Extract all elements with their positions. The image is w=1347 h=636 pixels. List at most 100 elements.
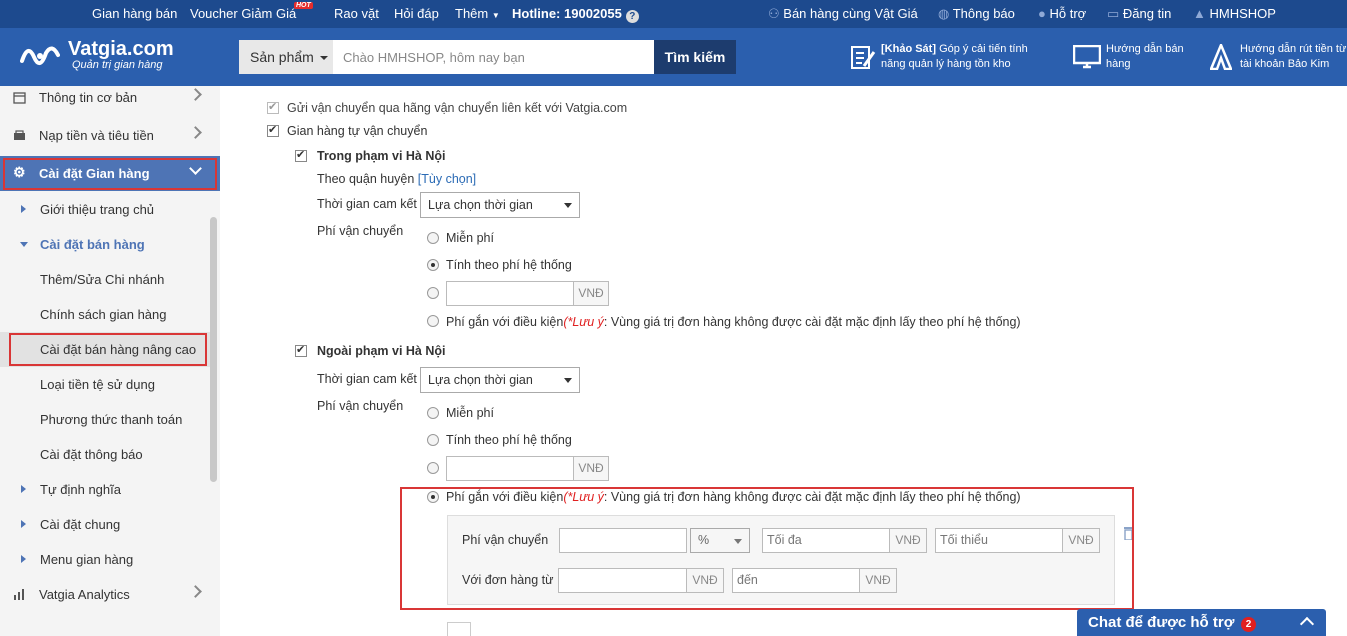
guide-withdraw-line1: Hướng dẫn rút tiền từ — [1240, 43, 1347, 55]
by-district-text: Theo quận huyện — [317, 172, 415, 186]
sidebar-sub-tu-dinh-nghia[interactable]: Tự định nghĩa — [0, 472, 210, 507]
caret-down-icon — [319, 56, 328, 60]
chevron-down-icon: ▼ — [491, 11, 500, 20]
sidebar-item-nap-tien[interactable]: Nạp tiền và tiêu tiền — [0, 118, 220, 153]
logo-name[interactable]: Vatgia.com — [68, 38, 174, 61]
nav-ho-tro-label: Hỗ trợ — [1049, 6, 1087, 21]
conditional-text: Phí gắn với điều kiện — [446, 315, 564, 329]
monitor-icon — [1073, 45, 1101, 69]
sidebar-item-label: Nạp tiền và tiêu tiền — [39, 128, 154, 143]
vatgia-logo-icon[interactable] — [20, 41, 60, 71]
optional-link[interactable]: [Tùy chọn] — [418, 172, 476, 186]
sidebar-sub-label: Tự định nghĩa — [40, 482, 121, 497]
chevron-right-icon — [189, 126, 202, 139]
guide-withdraw-line2: tài khoản Bảo Kim — [1240, 58, 1330, 70]
hotline: Hotline: 19002055? — [512, 6, 639, 23]
sidebar-sub-gioi-thieu[interactable]: Giới thiệu trang chủ — [0, 192, 210, 227]
nav-voucher[interactable]: Voucher Giảm Giá — [190, 6, 296, 21]
unit-vnd-2: VNĐ — [573, 456, 609, 481]
header: Vatgia.com Quản trị gian hàng Sản phẩm T… — [0, 28, 1347, 86]
search-input[interactable] — [333, 40, 654, 74]
label-out-hanoi: Ngoài phạm vi Hà Nội — [317, 344, 446, 358]
search-button[interactable]: Tìm kiếm — [654, 40, 736, 74]
checkbox-in-hanoi[interactable] — [295, 148, 307, 162]
hot-badge: HOT — [294, 2, 313, 9]
guide-sell-line2: hàng — [1106, 58, 1131, 70]
label-by-system: Tính theo phí hệ thống — [446, 258, 572, 272]
bar-chart-icon — [14, 589, 24, 600]
radio-free[interactable] — [427, 232, 439, 244]
chevron-right-icon — [189, 88, 202, 101]
sidebar-sub-label: Menu gian hàng — [40, 552, 134, 567]
chevron-right-icon — [189, 585, 202, 598]
sidebar-sub-label: Cài đặt chung — [40, 517, 121, 532]
label-ship-partner: Gửi vận chuyển qua hãng vận chuyển liên … — [287, 101, 628, 115]
post-icon: ▭ — [1107, 6, 1120, 21]
highlight-box-conditional — [400, 487, 1134, 610]
nav-ban-hang-cung-label: Bán hàng cùng Vật Giá — [783, 6, 918, 21]
triangle-right-icon — [21, 205, 26, 213]
nav-user-label: HMHSHOP — [1209, 6, 1276, 21]
triangle-right-icon — [21, 485, 26, 493]
nav-user[interactable]: ▲ HMHSHOP — [1193, 6, 1276, 21]
triangle-down-icon — [20, 242, 28, 247]
chat-support-button[interactable]: Chat để được hỗ trợ 2 — [1077, 609, 1326, 636]
sidebar-item-thong-tin[interactable]: Thông tin cơ bản — [0, 80, 220, 115]
highlight-box-sidebar-item — [9, 333, 207, 366]
select-commit-time-2[interactable]: Lựa chọn thời gian — [420, 367, 580, 393]
chevron-up-icon — [1299, 616, 1315, 632]
survey-tag: [Khảo Sát] — [881, 43, 936, 55]
radio-fixed-fee[interactable] — [427, 287, 439, 299]
baokim-icon — [1210, 44, 1232, 70]
unit-vnd: VNĐ — [573, 281, 609, 306]
search-category-dropdown[interactable]: Sản phẩm — [239, 40, 333, 74]
survey-link[interactable]: [Khảo Sát] Góp ý cải tiến tính năng quản… — [881, 42, 1028, 72]
checkbox-ship-partner[interactable] — [267, 100, 279, 114]
nav-dang-tin[interactable]: ▭ Đăng tin — [1107, 6, 1171, 22]
label-self-ship: Gian hàng tự vận chuyển — [287, 124, 428, 138]
checkbox-self-ship[interactable] — [267, 123, 279, 137]
survey-icon — [851, 46, 876, 69]
radio-by-system-2[interactable] — [427, 434, 439, 446]
sidebar-sub-label: Thêm/Sửa Chi nhánh — [40, 272, 165, 287]
select-commit-time[interactable]: Lựa chọn thời gian — [420, 192, 580, 218]
sidebar-sub-thong-bao[interactable]: Cài đặt thông báo — [0, 437, 210, 472]
radio-conditional[interactable] — [427, 315, 439, 327]
input-fixed-fee[interactable] — [446, 281, 574, 306]
sidebar-sub-chi-nhanh[interactable]: Thêm/Sửa Chi nhánh — [0, 262, 210, 297]
nav-them-label: Thêm — [455, 6, 489, 21]
radio-fixed-fee-2[interactable] — [427, 462, 439, 474]
hotline-number: 19002055 — [564, 6, 622, 21]
select-commit-time-value: Lựa chọn thời gian — [428, 198, 533, 212]
nav-rao-vat[interactable]: Rao vặt — [334, 6, 379, 21]
sidebar-item-label: Vatgia Analytics — [39, 587, 130, 602]
label-by-district: Theo quận huyện [Tùy chọn] — [317, 172, 476, 186]
sidebar-scrollbar[interactable] — [210, 217, 217, 482]
nav-ban-hang-cung[interactable]: ⚇ Bán hàng cùng Vật Giá — [768, 6, 918, 22]
nav-gian-hang-ban[interactable]: Gian hàng bán — [92, 6, 177, 21]
sidebar-sub-cai-dat-chung[interactable]: Cài đặt chung — [0, 507, 210, 542]
label-commit-time: Thời gian cam kết — [317, 197, 417, 211]
nav-ho-tro[interactable]: ● Hỗ trợ — [1038, 6, 1086, 21]
nav-them[interactable]: Thêm ▼ — [455, 6, 500, 21]
label-commit-time-2: Thời gian cam kết — [317, 372, 417, 386]
nav-thong-bao-label: Thông báo — [952, 6, 1015, 21]
checkbox-out-hanoi[interactable] — [295, 343, 307, 357]
radio-by-system[interactable] — [427, 259, 439, 271]
nav-hoi-dap[interactable]: Hỏi đáp — [394, 6, 439, 21]
sidebar-sub-chinh-sach[interactable]: Chính sách gian hàng — [0, 297, 210, 332]
sidebar-sub-cai-dat-ban-hang[interactable]: Cài đặt bán hàng — [0, 227, 210, 262]
sidebar-sub-tien-te[interactable]: Loại tiền tệ sử dụng — [0, 367, 210, 402]
label-conditional: Phí gắn với điều kiện(*Lưu ý: Vùng giá t… — [446, 315, 1021, 329]
sidebar-sub-menu[interactable]: Menu gian hàng — [0, 542, 210, 577]
sidebar-sub-thanh-toan[interactable]: Phương thức thanh toán — [0, 402, 210, 437]
radio-free-2[interactable] — [427, 407, 439, 419]
guide-withdraw-link[interactable]: Hướng dẫn rút tiền từ tài khoản Bảo Kim — [1240, 42, 1346, 72]
guide-sell-link[interactable]: Hướng dẫn bán hàng — [1106, 42, 1184, 72]
question-icon[interactable]: ? — [625, 10, 639, 23]
sidebar-item-analytics[interactable]: Vatgia Analytics — [0, 577, 220, 612]
nav-thong-bao[interactable]: ◍ Thông báo — [938, 6, 1015, 22]
sidebar-sub-label: Phương thức thanh toán — [40, 412, 183, 427]
triangle-right-icon — [21, 520, 26, 528]
input-fixed-fee-2[interactable] — [446, 456, 574, 481]
